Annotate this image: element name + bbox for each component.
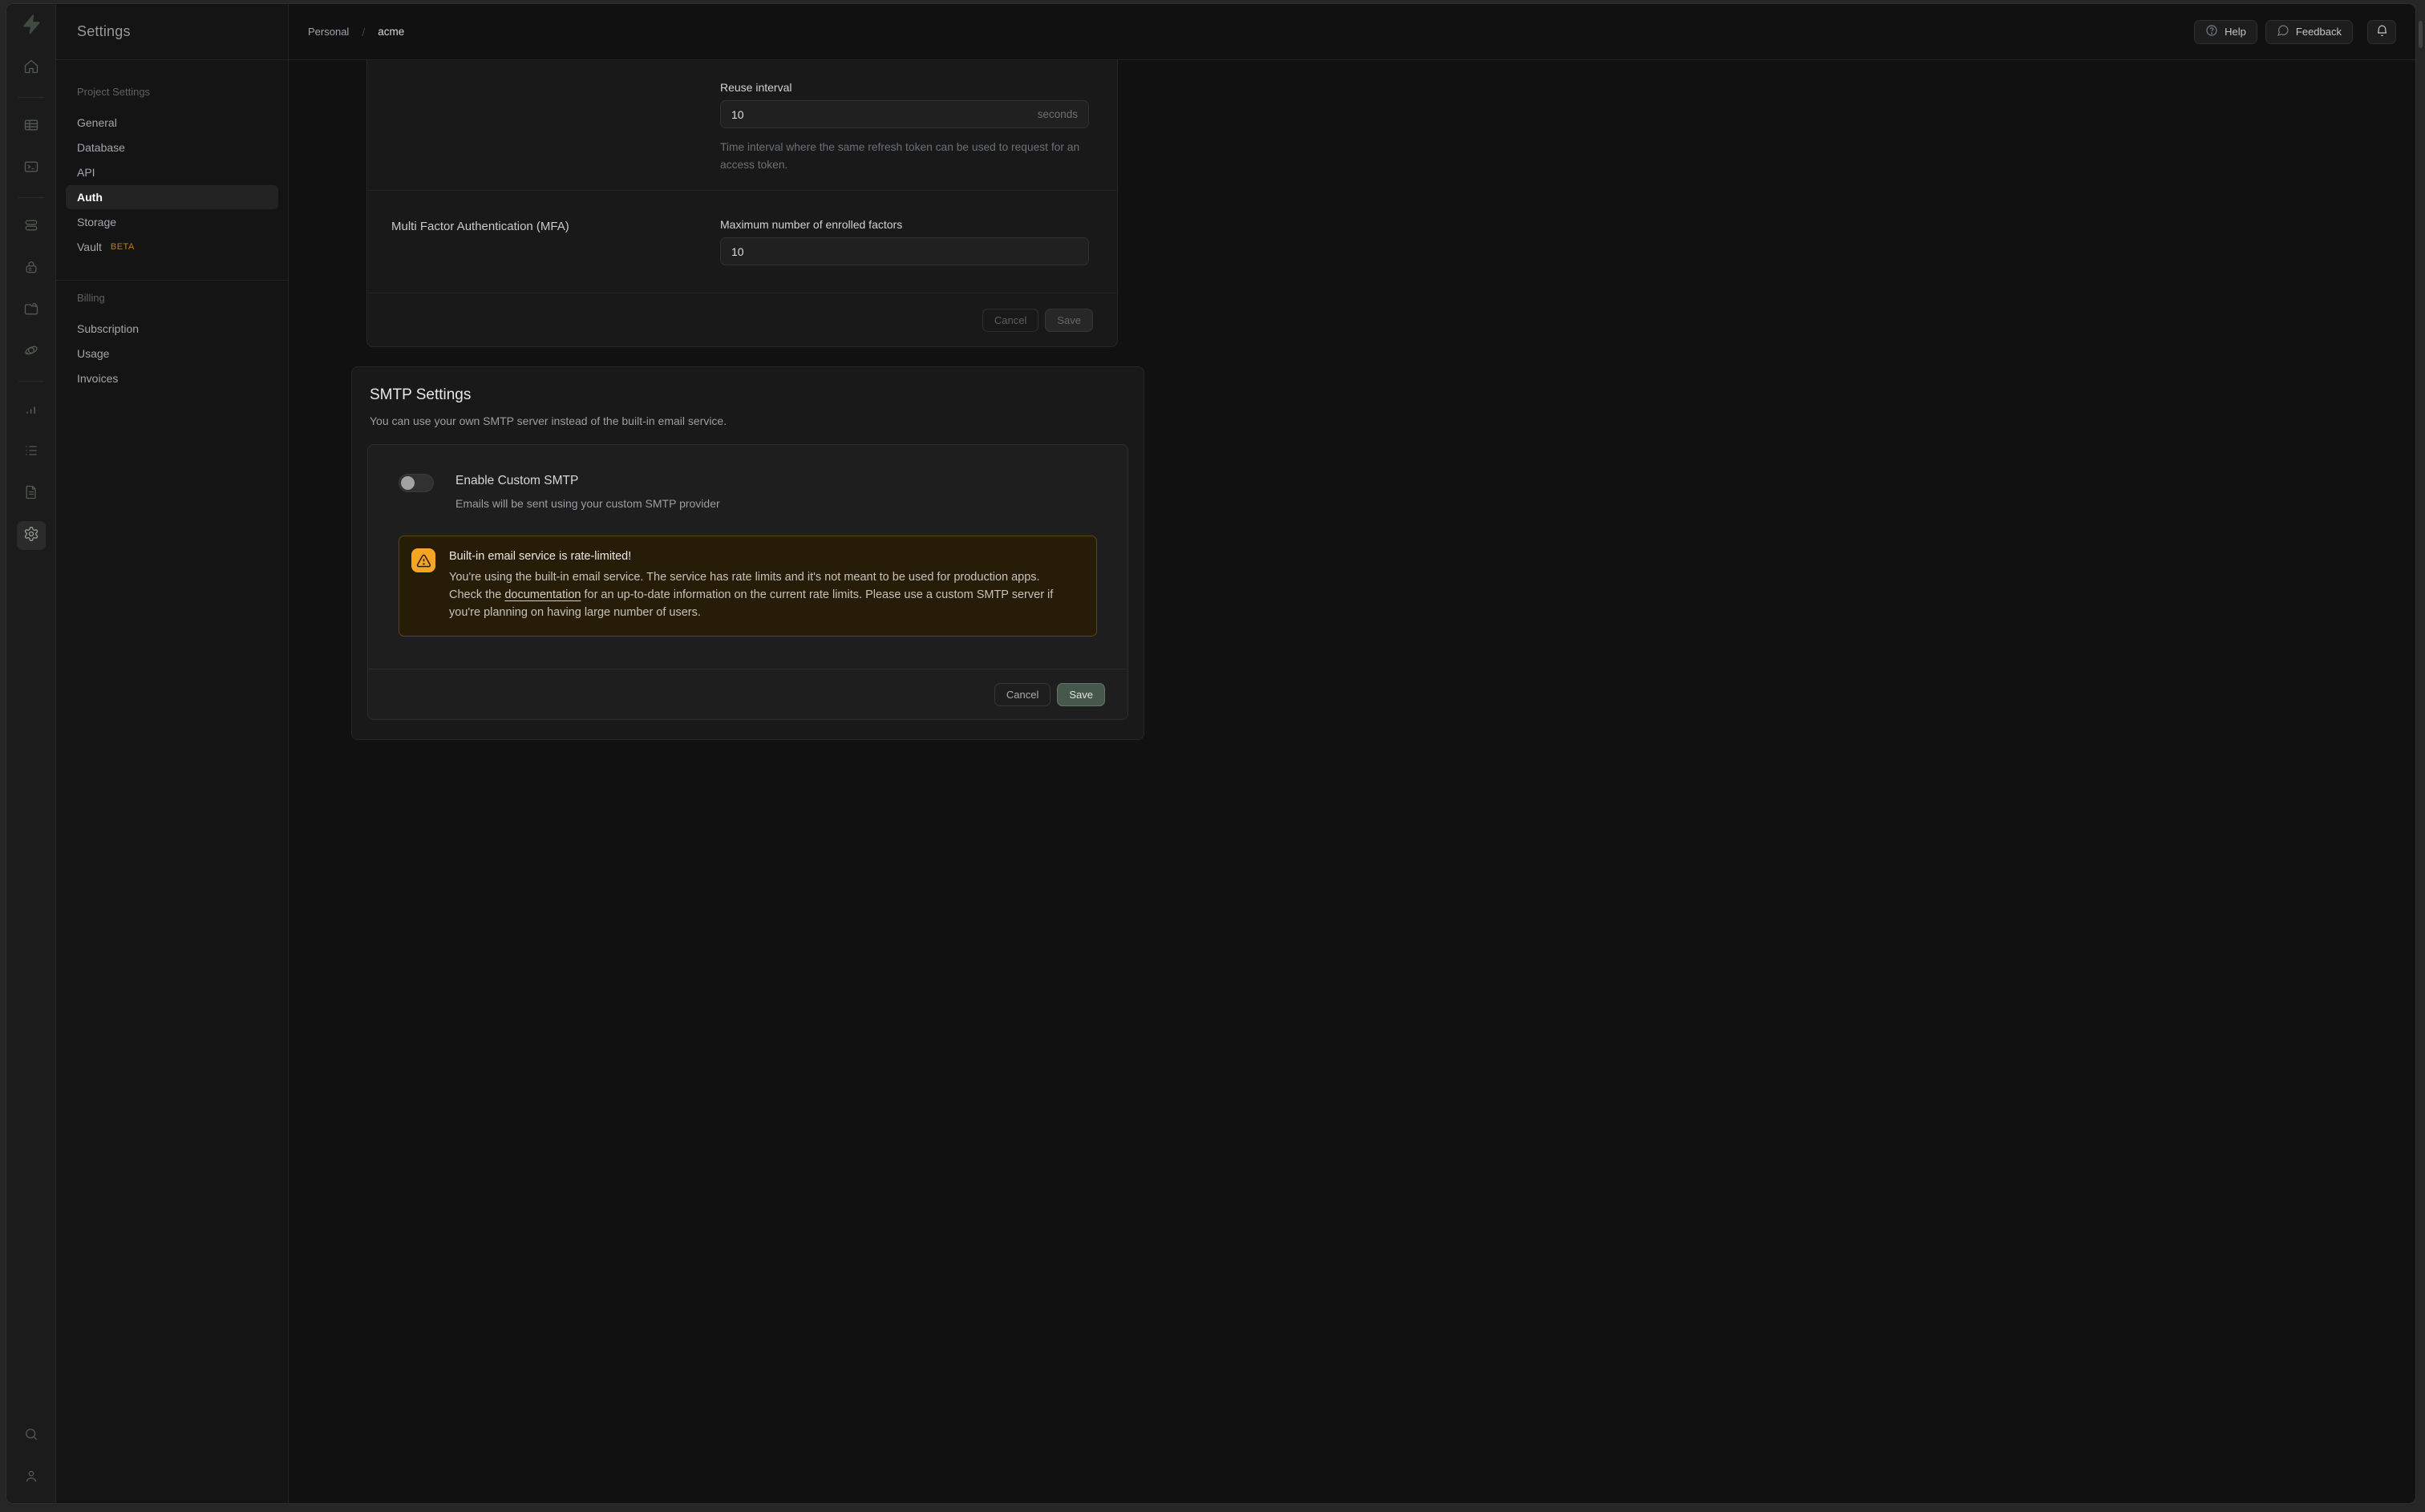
nav-item-database[interactable]: Database — [66, 135, 278, 160]
settings-menu-pane: Settings Project Settings General Databa… — [56, 4, 289, 1503]
toggle-knob — [401, 476, 415, 490]
feedback-button[interactable]: Feedback — [2265, 20, 2353, 44]
enable-smtp-description: Emails will be sent using your custom SM… — [455, 497, 720, 510]
lock-icon — [23, 259, 39, 279]
mfa-input[interactable]: 10 — [720, 237, 1089, 265]
smtp-save-button[interactable]: Save — [1057, 683, 1105, 706]
nav-item-vault-label: Vault — [77, 241, 102, 253]
nav-item-invoices[interactable]: Invoices — [66, 366, 278, 390]
nav-item-api[interactable]: API — [66, 160, 278, 184]
reuse-interval-label: Reuse interval — [720, 81, 1089, 94]
nav-heading-billing: Billing — [66, 292, 278, 304]
sidebar-item-storage[interactable] — [17, 296, 46, 325]
help-circle-icon — [2205, 24, 2218, 39]
help-button[interactable]: Help — [2194, 20, 2257, 44]
table-icon — [23, 117, 39, 137]
warning-title: Built-in email service is rate-limited! — [449, 550, 1059, 563]
enable-smtp-row: Enable Custom SMTP Emails will be sent u… — [368, 445, 1127, 510]
breadcrumb-org[interactable]: Personal — [308, 26, 349, 38]
supabase-logo-icon[interactable] — [21, 14, 42, 34]
sidebar-item-search[interactable] — [17, 1421, 46, 1450]
bar-chart-icon — [23, 401, 39, 421]
sidebar-item-sql-editor[interactable] — [17, 154, 46, 183]
nav-divider — [56, 280, 288, 281]
nav-item-usage[interactable]: Usage — [66, 342, 278, 366]
mfa-field-label: Maximum number of enrolled factors — [720, 218, 1089, 231]
reuse-interval-help: Time interval where the same refresh tok… — [720, 139, 1089, 174]
search-icon — [23, 1426, 39, 1446]
list-icon — [23, 443, 39, 463]
mfa-row: Multi Factor Authentication (MFA) Maximu… — [367, 191, 1117, 293]
sidebar-item-table-editor[interactable] — [17, 112, 46, 141]
nav-item-vault[interactable]: Vault BETA — [66, 235, 278, 259]
sidebar-item-database[interactable] — [17, 212, 46, 241]
feedback-button-label: Feedback — [2296, 26, 2342, 38]
home-icon — [23, 59, 39, 79]
folder-icon — [23, 301, 39, 321]
sidebar-item-docs[interactable] — [17, 479, 46, 508]
bell-icon — [2375, 24, 2389, 40]
smtp-inner-panel: Enable Custom SMTP Emails will be sent u… — [367, 444, 1128, 720]
sidebar-item-auth[interactable] — [17, 254, 46, 283]
warning-body: You're using the built-in email service.… — [449, 568, 1059, 621]
row-label-empty — [391, 81, 720, 174]
save-button[interactable]: Save — [1045, 309, 1093, 332]
reuse-interval-value: 10 — [731, 108, 1038, 121]
database-icon — [23, 217, 39, 237]
file-icon — [23, 484, 39, 504]
page-title: Settings — [77, 23, 131, 40]
nav-item-storage[interactable]: Storage — [66, 210, 278, 234]
mfa-section-label: Multi Factor Authentication (MFA) — [391, 218, 720, 265]
main-area: Personal / acme Help Feedback — [289, 4, 2415, 1503]
enable-smtp-toggle[interactable] — [399, 474, 434, 492]
warning-triangle-icon — [411, 548, 435, 572]
smtp-footer: Cancel Save — [368, 669, 1127, 719]
auth-settings-card: Reuse interval 10 seconds Time interval … — [366, 60, 1118, 347]
smtp-settings-card: SMTP Settings You can use your own SMTP … — [351, 366, 1144, 740]
enable-smtp-label: Enable Custom SMTP — [455, 474, 720, 488]
rail-divider — [18, 381, 44, 382]
window-scrollbar-thumb[interactable] — [2419, 21, 2423, 48]
sidebar-item-reports[interactable] — [17, 396, 46, 425]
settings-nav: Project Settings General Database API Au… — [56, 60, 288, 391]
beta-badge: BETA — [111, 242, 135, 252]
app-window: Settings Project Settings General Databa… — [6, 3, 2416, 1504]
auth-card-footer: Cancel Save — [367, 293, 1117, 346]
settings-menu-header: Settings — [56, 4, 288, 60]
reuse-interval-unit: seconds — [1038, 108, 1078, 120]
rail-divider — [18, 97, 44, 98]
orbit-icon — [23, 342, 39, 362]
content-scroll-area[interactable]: Reuse interval 10 seconds Time interval … — [289, 60, 2415, 1503]
rail-divider — [18, 197, 44, 198]
nav-heading-project-settings: Project Settings — [66, 86, 278, 98]
mfa-value: 10 — [731, 245, 1078, 258]
breadcrumb-project[interactable]: acme — [378, 26, 404, 38]
rate-limit-warning: Built-in email service is rate-limited! … — [399, 536, 1097, 637]
sidebar-item-settings[interactable] — [17, 521, 46, 550]
smtp-settings-subtitle: You can use your own SMTP server instead… — [370, 414, 1144, 427]
nav-item-subscription[interactable]: Subscription — [66, 317, 278, 341]
nav-item-general[interactable]: General — [66, 111, 278, 135]
sidebar-item-edge-functions[interactable] — [17, 338, 46, 366]
cancel-button[interactable]: Cancel — [982, 309, 1038, 332]
gear-icon — [23, 526, 39, 546]
sidebar-item-home[interactable] — [17, 54, 46, 83]
terminal-icon — [23, 159, 39, 179]
nav-item-auth[interactable]: Auth — [66, 185, 278, 209]
documentation-link[interactable]: documentation — [504, 588, 581, 601]
top-bar: Personal / acme Help Feedback — [289, 4, 2415, 60]
chat-bubble-icon — [2277, 24, 2289, 39]
smtp-settings-title: SMTP Settings — [370, 386, 1144, 404]
icon-rail — [6, 4, 56, 1503]
smtp-cancel-button[interactable]: Cancel — [994, 683, 1051, 706]
breadcrumb-separator: / — [362, 26, 365, 38]
reuse-interval-input[interactable]: 10 seconds — [720, 100, 1089, 128]
user-icon — [23, 1468, 39, 1488]
reuse-interval-row: Reuse interval 10 seconds Time interval … — [367, 60, 1117, 190]
sidebar-item-logs[interactable] — [17, 438, 46, 467]
notifications-button[interactable] — [2367, 20, 2396, 44]
help-button-label: Help — [2225, 26, 2246, 38]
sidebar-item-account[interactable] — [17, 1463, 46, 1492]
